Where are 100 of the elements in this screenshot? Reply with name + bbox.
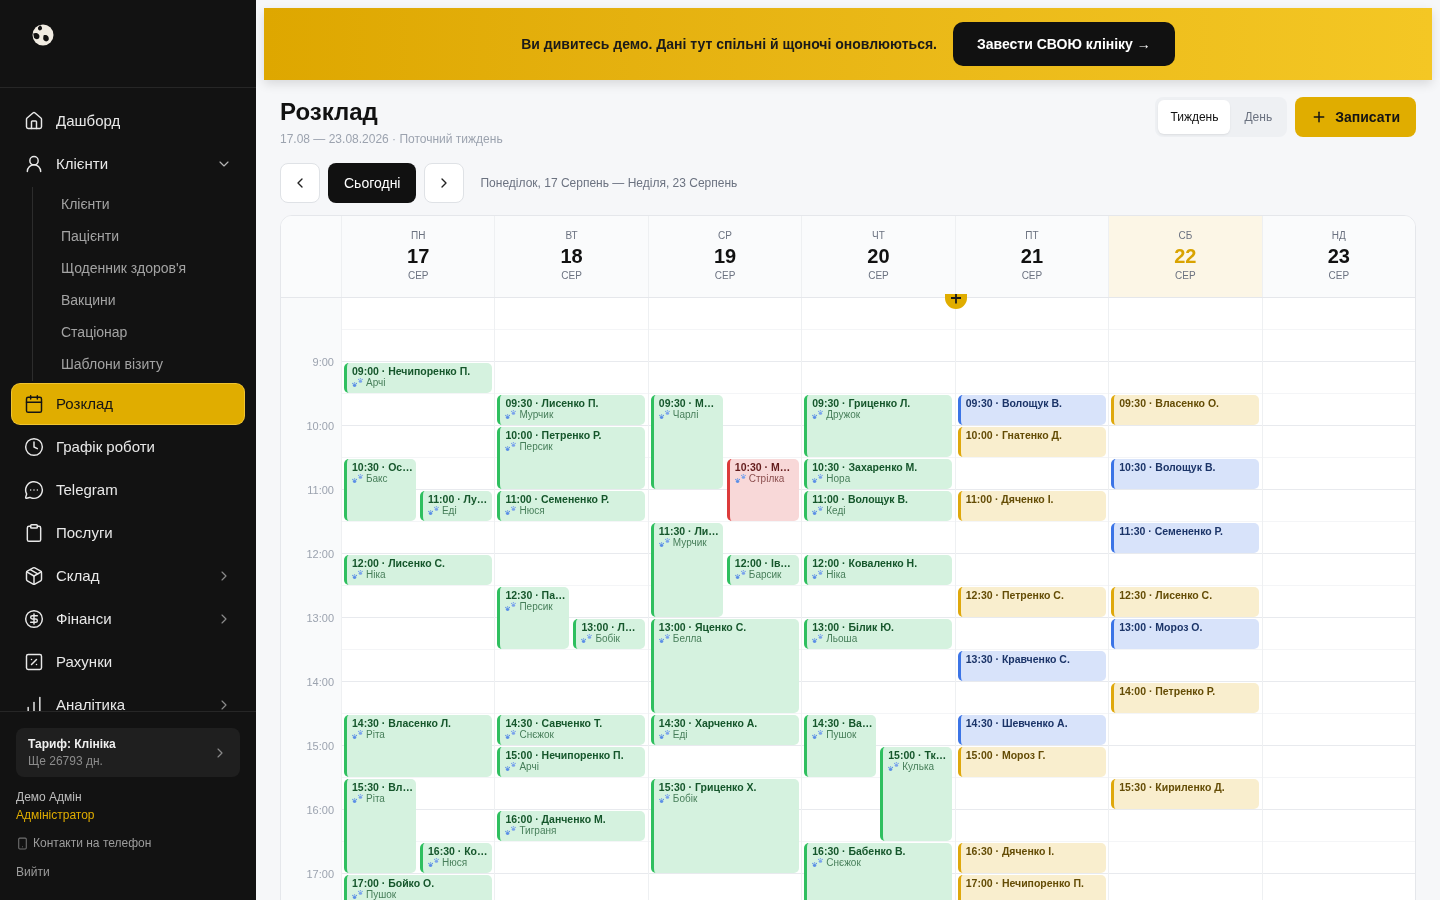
appointment-title: 15:00 · Мороз Г. [965, 749, 1047, 761]
appointment-card[interactable]: 14:30 · Власенко Л. Ріта [344, 715, 492, 777]
appointment-card[interactable]: 12:30 · Петренко С. [957, 587, 1106, 617]
appointment-card[interactable]: 14:30 · Харченко А. Еді [650, 715, 799, 745]
month-label: СЕР [407, 270, 429, 282]
appointment-card[interactable]: 12:30 · Па… Персик [497, 587, 570, 649]
appointment-card[interactable]: 11:00 · Семененко Р. Нюся [497, 491, 646, 521]
date-number: 19 [713, 244, 737, 268]
appointment-card[interactable]: 12:30 · Лисенко С. [1111, 587, 1260, 617]
appointment-card[interactable]: 10:30 · Волощук В. [1111, 459, 1260, 489]
appointment-card[interactable]: 11:30 · Ли… Мурчик [650, 523, 723, 617]
appointment-card[interactable]: 11:00 · Лу… Еді [419, 491, 492, 521]
month-label: СЕР [714, 270, 736, 282]
pet-name: Белла [672, 633, 702, 644]
appointment-card[interactable]: 09:30 · Власенко О. [1111, 395, 1260, 425]
subnav-item[interactable]: Шаблони візиту [33, 348, 244, 380]
appointment-card[interactable]: 14:30 · Шевченко А. [957, 715, 1106, 745]
appointment-card[interactable]: 15:00 · Тк… Кулька [880, 747, 953, 841]
appointment-card[interactable]: 09:30 · М… Чарлі [650, 395, 723, 489]
appointment-card[interactable]: 16:30 · Дяченко І. [957, 843, 1106, 873]
nav-item[interactable]: Графік роботи [12, 427, 244, 467]
appointment-card[interactable]: 15:00 · Нечипоренко П. Арчі [497, 747, 646, 777]
nav-item[interactable]: Дашборд [12, 101, 244, 141]
pet-name: Ніка [366, 569, 386, 580]
appointment-card[interactable]: 10:30 · Захаренко М. Нора [804, 459, 953, 489]
appointment-card[interactable]: 17:00 · Бойко О. Пушок [344, 875, 492, 900]
appointment-title: 16:30 · Ко… [427, 845, 489, 857]
plan-card[interactable]: Тариф: Клініка Ще 26793 дн. [16, 728, 240, 777]
paw-prints-icon [352, 890, 363, 899]
appointment-card[interactable]: 13:00 · Мороз О. [1111, 619, 1260, 649]
subnav-item[interactable]: Щоденник здоров'я [33, 252, 244, 284]
subnav-item[interactable]: Пацієнти [33, 220, 244, 252]
nav-item[interactable]: Аналітика [12, 685, 244, 711]
add-marker-icon[interactable] [944, 294, 967, 309]
appointment-title: 11:00 · Семененко Р. [505, 493, 611, 505]
subnav-item[interactable]: Стаціонар [33, 316, 244, 348]
appointment-title: 11:00 · Дяченко І. [965, 493, 1055, 505]
appointment-title: 14:30 · Власенко Л. [352, 717, 453, 729]
appointment-card[interactable]: 12:00 · Лисенко С. Ніка [344, 555, 492, 585]
previous-week-button[interactable] [280, 163, 320, 203]
nav-item[interactable]: Розклад [12, 384, 244, 424]
appointment-card[interactable]: 10:00 · Гнатенко Д. [957, 427, 1106, 457]
nav-item[interactable]: Рахунки [12, 642, 244, 682]
appointment-card[interactable]: 16:30 · Бабенко В. Снєжок [804, 843, 953, 900]
appointment-card[interactable]: 16:30 · Ко… Нюся [419, 843, 492, 873]
appointment-card[interactable]: 09:30 · Лисенко П. Мурчик [497, 395, 646, 425]
appointment-card[interactable]: 11:30 · Семененко Р. [1111, 523, 1260, 553]
appointment-card[interactable]: 11:00 · Волощук В. Кеді [804, 491, 953, 521]
view-tab[interactable]: Тиждень [1158, 100, 1231, 134]
appointment-title: 09:00 · Нечипоренко П. [352, 365, 472, 377]
appointment-card[interactable]: 14:00 · Петренко Р. [1111, 683, 1260, 713]
appointment-card[interactable]: 13:00 · Л… Бобік [573, 619, 646, 649]
contacts-link[interactable]: Контакти на телефон [16, 834, 152, 852]
pet-name: Мурчик [672, 537, 707, 548]
nav-item[interactable]: Telegram [12, 470, 244, 510]
nav-item[interactable]: Клієнти [12, 144, 244, 184]
appointment-card[interactable]: 10:00 · Петренко Р. Персик [497, 427, 646, 489]
appointment-card[interactable]: 13:30 · Кравченко С. [957, 651, 1106, 681]
appointment-card[interactable]: 17:00 · Нечипоренко П. [957, 875, 1106, 900]
paw-prints-icon [505, 506, 517, 515]
appointment-title: 15:00 · Нечипоренко П. [505, 749, 625, 761]
time-label: 16:00 [306, 803, 334, 817]
appointment-card[interactable]: 10:30 · М… Стрілка [726, 459, 799, 521]
appointment-card[interactable]: 15:00 · Мороз Г. [957, 747, 1106, 777]
appointment-card[interactable]: 09:30 · Гриценко Л. Дружок [804, 395, 953, 457]
dollar-coin-icon [24, 609, 44, 629]
appointment-title: 11:00 · Волощук В. [812, 493, 909, 505]
appointment-card[interactable]: 15:30 · Гриценко Х. Бобік [650, 779, 799, 873]
today-button[interactable]: Сьогодні [328, 163, 417, 203]
appointment-card[interactable]: 10:30 · Ос… Бакс [344, 459, 416, 521]
logout-link[interactable]: Вийти [16, 863, 50, 881]
plan-title: Тариф: Клініка [28, 735, 116, 753]
appointment-card[interactable]: 15:30 · Кириленко Д. [1111, 779, 1260, 809]
paw-prints-icon [505, 602, 517, 611]
appointment-card[interactable]: 14:30 · Ва… Пушок [804, 715, 877, 777]
nav-item[interactable]: Склад [12, 556, 244, 596]
pet-name: Мурчик [519, 409, 554, 420]
appointment-card[interactable]: 12:00 · Коваленко Н. Ніка [804, 555, 953, 585]
appointment-card[interactable]: 12:00 · Ів… Барсик [726, 555, 799, 585]
appointment-card[interactable]: 15:30 · Вл… Ріта [344, 779, 416, 873]
appointment-title: 14:30 · Ва… [812, 717, 874, 729]
appointment-card[interactable]: 09:30 · Волощук В. [957, 395, 1106, 425]
nav-item[interactable]: Послуги [12, 513, 244, 553]
appointment-card[interactable]: 16:00 · Данченко М. Тиграня [497, 811, 646, 841]
create-clinic-button[interactable]: Завести СВОЮ клініку → [953, 22, 1175, 66]
subnav-item[interactable]: Вакцини [33, 284, 244, 316]
appointment-card[interactable]: 13:00 · Яценко С. Белла [650, 619, 799, 713]
appointment-card[interactable]: 13:00 · Білик Ю. Льоша [804, 619, 953, 649]
view-tab[interactable]: День [1232, 100, 1285, 134]
paw-prints-icon [427, 506, 439, 515]
next-week-button[interactable] [424, 163, 465, 203]
subnav-item[interactable]: Клієнти [33, 188, 244, 220]
appointment-card[interactable]: 11:00 · Дяченко І. [957, 491, 1106, 521]
appointment-card[interactable]: 14:30 · Савченко Т. Снєжок [497, 715, 646, 745]
logo-icon [32, 23, 54, 46]
week-range-label: Понеділок, 17 Серпень — Неділя, 23 Серпень [480, 175, 738, 192]
paw-prints-icon [658, 634, 670, 643]
nav-item[interactable]: Фінанси [12, 599, 244, 639]
appointment-card[interactable]: 09:00 · Нечипоренко П. Арчі [344, 363, 492, 393]
add-appointment-button[interactable]: Записати [1295, 97, 1416, 137]
